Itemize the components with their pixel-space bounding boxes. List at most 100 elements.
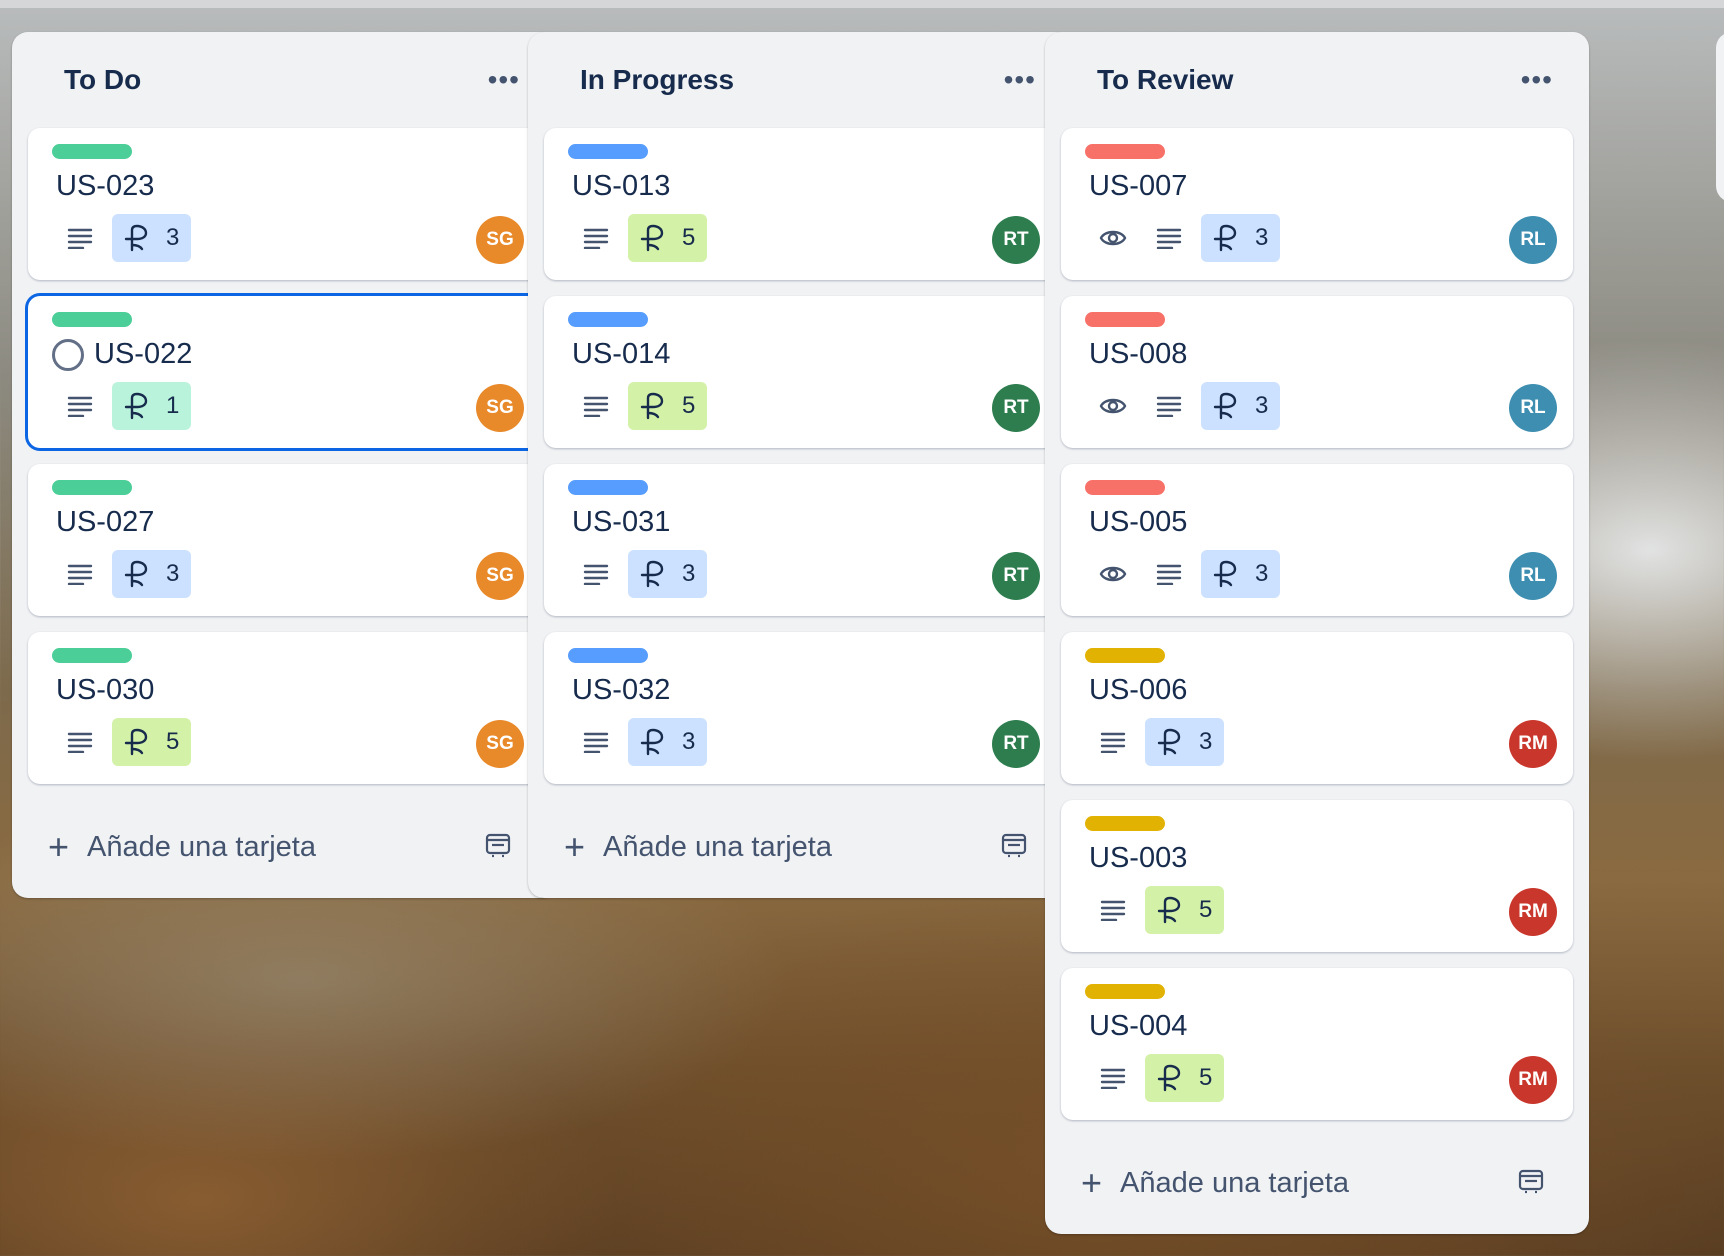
list-title[interactable]: To Review: [1097, 64, 1233, 96]
card[interactable]: US-022 1 SG: [28, 296, 540, 448]
add-card-row: + Añade una tarjeta: [544, 796, 1056, 898]
story-points-value: 3: [1255, 224, 1269, 251]
card[interactable]: US-023 3 SG: [28, 128, 540, 280]
card-badges: 3: [56, 214, 192, 262]
add-card-button[interactable]: + Añade una tarjeta: [1081, 1165, 1349, 1201]
list-menu-icon[interactable]: •••: [1521, 66, 1553, 94]
card-id: US-008: [1089, 338, 1188, 370]
card-label[interactable]: [52, 312, 132, 327]
story-points-icon: [1211, 560, 1247, 588]
card[interactable]: US-005 3 RL: [1061, 464, 1573, 616]
story-points-badge: 5: [628, 382, 708, 430]
avatar[interactable]: RM: [1509, 720, 1557, 768]
avatar[interactable]: RT: [992, 720, 1040, 768]
card-badges: 3: [1089, 214, 1281, 262]
avatar[interactable]: SG: [476, 552, 524, 600]
avatar[interactable]: RL: [1509, 216, 1557, 264]
story-points-value: 3: [682, 560, 696, 587]
card-id: US-027: [56, 506, 155, 538]
card[interactable]: US-007 3 RL: [1061, 128, 1573, 280]
card-label[interactable]: [1085, 984, 1165, 999]
avatar[interactable]: SG: [476, 720, 524, 768]
avatar[interactable]: RM: [1509, 1056, 1557, 1104]
description-icon: [1145, 550, 1193, 598]
card[interactable]: US-006 3 RM: [1061, 632, 1573, 784]
card-title: US-005: [1089, 506, 1187, 539]
card-label[interactable]: [568, 144, 648, 159]
complete-circle-icon[interactable]: [52, 338, 84, 371]
plus-icon: +: [564, 826, 586, 867]
avatar[interactable]: RM: [1509, 888, 1557, 936]
avatar[interactable]: SG: [476, 216, 524, 264]
card-title: US-027: [56, 506, 154, 539]
card-badges: 5: [1089, 1054, 1225, 1102]
story-points-icon: [638, 224, 674, 252]
card-template-icon[interactable]: [1517, 1167, 1545, 1200]
story-points-badge: 3: [1201, 214, 1281, 262]
story-points-badge: 1: [112, 382, 192, 430]
card-badges: 1: [56, 382, 192, 430]
card-label[interactable]: [52, 480, 132, 495]
card-label[interactable]: [568, 312, 648, 327]
description-icon: [1145, 382, 1193, 430]
list-header: In Progress •••: [544, 32, 1056, 128]
card-label[interactable]: [1085, 312, 1165, 327]
story-points-badge: 3: [1201, 550, 1281, 598]
top-bar: [0, 0, 1724, 8]
card-id: US-004: [1089, 1010, 1188, 1042]
card-label[interactable]: [1085, 144, 1165, 159]
card[interactable]: US-008 3 RL: [1061, 296, 1573, 448]
card-id: US-014: [572, 338, 671, 370]
add-card-button[interactable]: + Añade una tarjeta: [564, 829, 832, 865]
avatar[interactable]: RL: [1509, 384, 1557, 432]
avatar[interactable]: RT: [992, 552, 1040, 600]
card-label[interactable]: [1085, 648, 1165, 663]
story-points-value: 3: [1255, 560, 1269, 587]
story-points-icon: [1211, 392, 1247, 420]
story-points-value: 5: [682, 224, 696, 251]
description-icon: [56, 550, 104, 598]
card-title: US-014: [572, 338, 670, 371]
list-header: To Do •••: [28, 32, 540, 128]
card-label[interactable]: [1085, 816, 1165, 831]
card-label[interactable]: [52, 648, 132, 663]
card-id: US-003: [1089, 842, 1188, 874]
card-title: US-006: [1089, 674, 1187, 707]
story-points-value: 5: [1199, 1064, 1213, 1091]
description-icon: [56, 382, 104, 430]
list-title[interactable]: To Do: [64, 64, 141, 96]
card[interactable]: US-032 3 RT: [544, 632, 1056, 784]
card[interactable]: US-014 5 RT: [544, 296, 1056, 448]
card[interactable]: US-030 5 SG: [28, 632, 540, 784]
story-points-value: 5: [166, 728, 180, 755]
card-label[interactable]: [1085, 480, 1165, 495]
card-template-icon[interactable]: [1000, 831, 1028, 864]
story-points-icon: [638, 728, 674, 756]
card[interactable]: US-013 5 RT: [544, 128, 1056, 280]
card-label[interactable]: [52, 144, 132, 159]
list-menu-icon[interactable]: •••: [1004, 66, 1036, 94]
card[interactable]: US-027 3 SG: [28, 464, 540, 616]
card-badges: 3: [1089, 550, 1281, 598]
card[interactable]: US-004 5 RM: [1061, 968, 1573, 1120]
card-title: US-008: [1089, 338, 1187, 371]
next-list-edge[interactable]: [1716, 32, 1724, 202]
avatar[interactable]: RT: [992, 216, 1040, 264]
card-badges: 5: [572, 214, 708, 262]
card-label[interactable]: [568, 648, 648, 663]
add-card-button[interactable]: + Añade una tarjeta: [48, 829, 316, 865]
card[interactable]: US-031 3 RT: [544, 464, 1056, 616]
list-title[interactable]: In Progress: [580, 64, 734, 96]
avatar[interactable]: SG: [476, 384, 524, 432]
avatar[interactable]: RL: [1509, 552, 1557, 600]
story-points-value: 3: [166, 224, 180, 251]
card[interactable]: US-003 5 RM: [1061, 800, 1573, 952]
list-menu-icon[interactable]: •••: [488, 66, 520, 94]
story-points-badge: 5: [628, 214, 708, 262]
story-points-value: 1: [166, 392, 180, 419]
avatar[interactable]: RT: [992, 384, 1040, 432]
card-label[interactable]: [568, 480, 648, 495]
card-template-icon[interactable]: [484, 831, 512, 864]
add-card-row: + Añade una tarjeta: [28, 796, 540, 898]
card-badges: 3: [572, 550, 708, 598]
